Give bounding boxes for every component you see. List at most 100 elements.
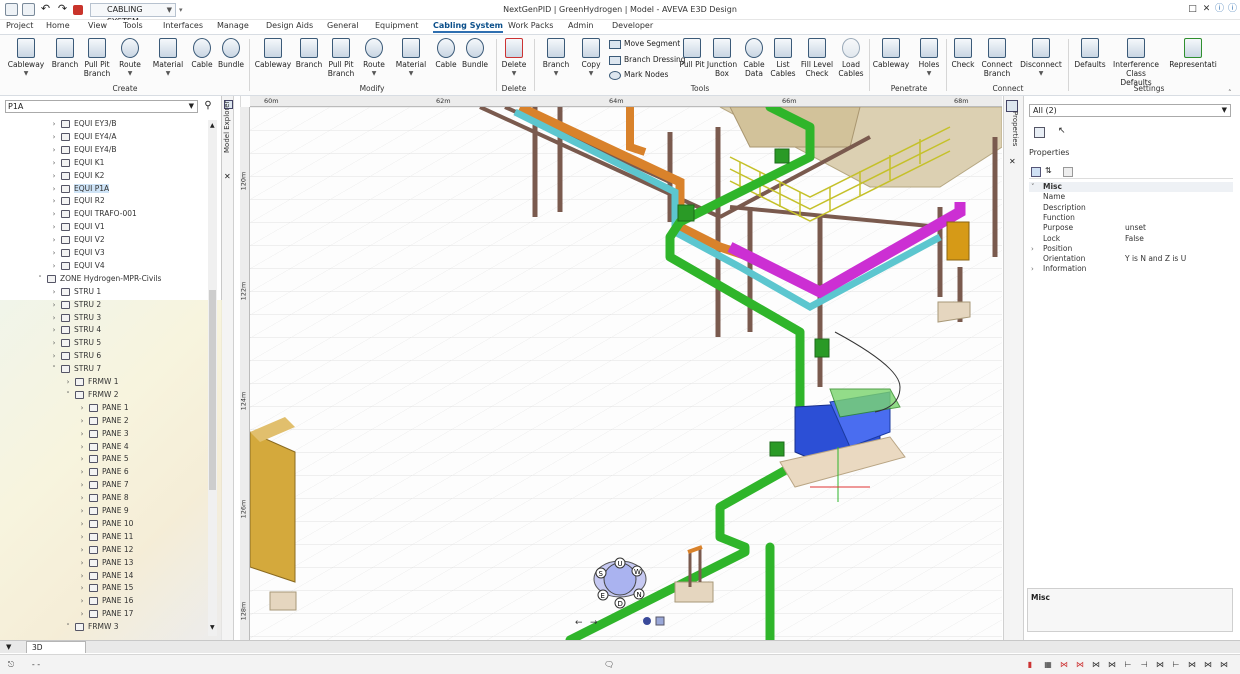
sort-alpha-icon[interactable]: ⇅ — [1045, 166, 1052, 175]
tree-item[interactable]: › PANE 6 — [0, 465, 214, 478]
modify-route-button[interactable]: Route ▼ — [360, 38, 388, 78]
property-pages-icon[interactable] — [1063, 167, 1073, 177]
tree-item[interactable]: › PANE 15 — [0, 581, 214, 594]
tree-item[interactable]: › PANE 16 — [0, 594, 214, 607]
chat-icon[interactable]: 🗨 — [604, 660, 614, 670]
create-route-button[interactable]: Route ▼ — [116, 38, 144, 78]
menu-tools[interactable]: Tools — [123, 21, 143, 30]
tree-item[interactable]: › STRU 6 — [0, 349, 214, 362]
menu-project[interactable]: Project — [6, 21, 33, 30]
tree-item[interactable]: › EQUI V1 — [0, 220, 214, 233]
properties-tab[interactable] — [1003, 96, 1024, 640]
interference-class-defaults-button[interactable]: Interference Class Defaults — [1110, 38, 1162, 87]
tools-list-cables-button[interactable]: List Cables — [770, 38, 796, 78]
tree-item[interactable]: ˅ FRMW 3 — [0, 620, 214, 633]
tree-item[interactable]: › EQUI K1 — [0, 156, 214, 169]
create-material-button[interactable]: Material ▼ — [150, 38, 186, 78]
menu-manage[interactable]: Manage — [217, 21, 249, 30]
explorer-search-input[interactable]: P1A ▼ — [5, 100, 198, 113]
mark-nodes-button[interactable]: Mark Nodes — [609, 70, 668, 80]
penetrate-cableway-button[interactable]: Cableway — [872, 38, 910, 69]
modify-cable-button[interactable]: Cable — [433, 38, 459, 69]
menu-admin[interactable]: Admin — [568, 21, 594, 30]
property-row[interactable]: Lock False — [1029, 234, 1233, 244]
menu-design-aids[interactable]: Design Aids — [266, 21, 313, 30]
modify-cableway-button[interactable]: Cableway — [253, 38, 293, 69]
snap-intersect-icon[interactable]: ⋈ — [1107, 660, 1117, 670]
home-view-icon[interactable] — [643, 617, 651, 625]
tree-item[interactable]: › EQUI EY4/A — [0, 130, 214, 143]
penetrate-holes-button[interactable]: Holes ▼ — [914, 38, 944, 78]
representation-button[interactable]: Representati — [1166, 38, 1220, 69]
tree-item[interactable]: › PANE 17 — [0, 607, 214, 620]
create-cable-button[interactable]: Cable — [189, 38, 215, 69]
menu-cabling-system[interactable]: Cabling System — [433, 21, 504, 33]
categorized-icon[interactable] — [1031, 167, 1041, 177]
disconnect-button[interactable]: Disconnect ▼ — [1018, 38, 1064, 78]
property-value[interactable]: False — [1125, 234, 1144, 244]
tree-item[interactable]: › EQUI K2 — [0, 169, 214, 182]
menu-general[interactable]: General — [327, 21, 359, 30]
select-object-icon[interactable] — [1034, 127, 1045, 138]
tree-item[interactable]: ˅ STRU 7 — [0, 362, 214, 375]
property-row[interactable]: Orientation Y is N and Z is U — [1029, 254, 1233, 264]
property-row[interactable]: Function — [1029, 213, 1233, 223]
tree-item[interactable]: › PANE 8 — [0, 491, 214, 504]
tree-item[interactable]: › STRU 4 — [0, 323, 214, 336]
tree-item[interactable]: › PANE 12 — [0, 543, 214, 556]
properties-filter-select[interactable]: All (2) ▼ — [1029, 104, 1231, 117]
menu-interfaces[interactable]: Interfaces — [163, 21, 203, 30]
chevron-right-icon[interactable]: › — [1031, 264, 1034, 274]
chevron-down-icon[interactable]: ˅ — [1031, 182, 1035, 192]
tree-item[interactable]: › PANE 13 — [0, 556, 214, 569]
view-cube-icon[interactable] — [655, 616, 665, 626]
tab-3d-view[interactable]: 3D View(1)✕ — [26, 641, 86, 663]
snap-object-icon[interactable]: ⋈ — [1219, 660, 1229, 670]
clip-icon[interactable]: ▮ — [1025, 660, 1035, 670]
tree-scrollbar-thumb[interactable] — [209, 290, 216, 490]
chevron-down-icon[interactable]: ˅ — [64, 621, 72, 634]
menu-home[interactable]: Home — [46, 21, 70, 30]
move-segment-button[interactable]: Move Segment — [609, 39, 680, 49]
snap-grid-icon[interactable]: ⊢ — [1171, 660, 1181, 670]
tree-item[interactable]: ˅ ZONE Hydrogen-MPR-Civils — [0, 272, 214, 285]
info-icon[interactable]: ⓘ — [1226, 3, 1239, 16]
branch-dressing-button[interactable]: Branch Dressing — [609, 55, 686, 65]
menu-view[interactable]: View — [88, 21, 107, 30]
create-branch-button[interactable]: Branch — [50, 38, 80, 69]
tools-fill-level-check-button[interactable]: Fill Level Check — [800, 38, 834, 78]
property-row[interactable]: › Position — [1029, 244, 1233, 254]
tree-item[interactable]: › EQUI V4 — [0, 259, 214, 272]
modify-material-button[interactable]: Material ▼ — [393, 38, 429, 78]
snap-ortho-icon[interactable]: ⋈ — [1187, 660, 1197, 670]
tree-item[interactable]: › EQUI EY4/B — [0, 143, 214, 156]
snap-end-icon[interactable]: ⋈ — [1059, 660, 1069, 670]
property-value[interactable]: Y is N and Z is U — [1125, 254, 1186, 264]
tree-item[interactable]: › PANE 9 — [0, 504, 214, 517]
menu-equipment[interactable]: Equipment — [375, 21, 418, 30]
create-cableway-button[interactable]: Cableway ▼ — [6, 38, 46, 78]
property-row[interactable]: Purpose unset — [1029, 223, 1233, 233]
tree-item[interactable]: › STRU 3 — [0, 311, 214, 324]
snap-perp-icon[interactable]: ⊢ — [1123, 660, 1133, 670]
tools-cable-data-button[interactable]: Cable Data — [741, 38, 767, 78]
tab-list-icon[interactable]: ▼ — [6, 643, 11, 651]
scroll-down-icon[interactable]: ▼ — [210, 624, 215, 631]
close-icon[interactable]: ✕ — [1200, 3, 1213, 16]
tree-item[interactable]: › STRU 2 — [0, 298, 214, 311]
rotate-left-icon[interactable]: ← — [575, 618, 583, 628]
snap-mid-icon[interactable]: ⋈ — [1075, 660, 1085, 670]
tree-item[interactable]: › PANE 5 — [0, 452, 214, 465]
modify-branch-button[interactable]: Branch — [294, 38, 324, 69]
rotate-right-icon[interactable]: → — [590, 618, 598, 628]
create-bundle-button[interactable]: Bundle — [217, 38, 245, 69]
restore-icon[interactable]: □ — [1186, 3, 1199, 16]
tree-item[interactable]: › EQUI V2 — [0, 233, 214, 246]
tree-item[interactable]: › EQUI P1A — [0, 182, 214, 195]
connect-check-button[interactable]: Check — [950, 38, 976, 69]
tree-item[interactable]: ˅ FRMW 2 — [0, 388, 214, 401]
property-row[interactable]: ˅ Misc — [1029, 182, 1233, 193]
close-icon[interactable]: ✕ — [224, 172, 231, 181]
tree-item[interactable]: › FRMW 1 — [0, 375, 214, 388]
3d-model-scene[interactable]: U S W E N D ← → — [250, 107, 1002, 640]
